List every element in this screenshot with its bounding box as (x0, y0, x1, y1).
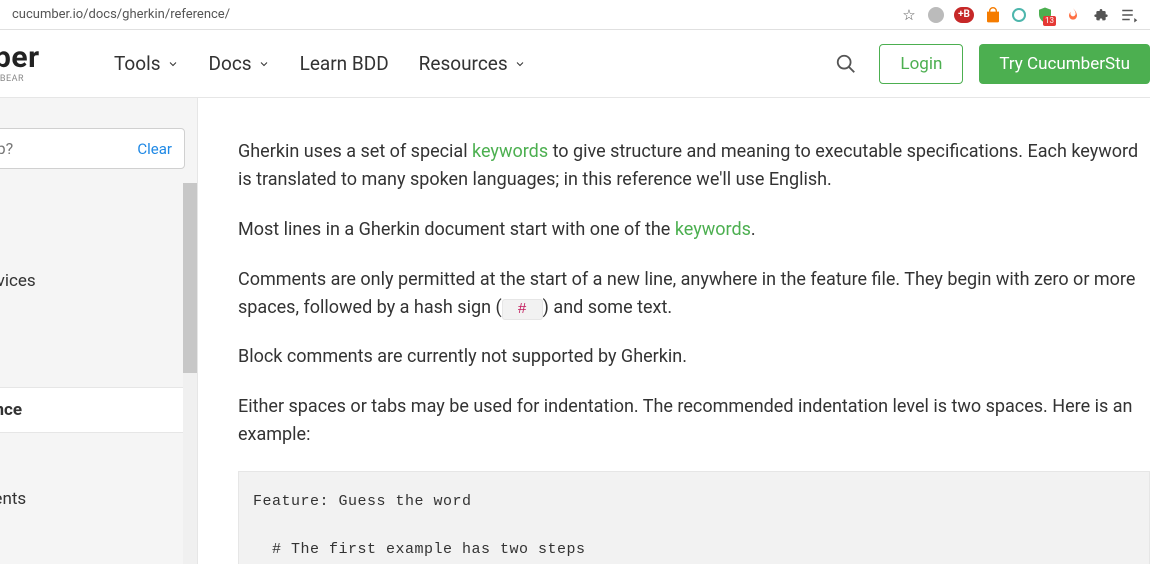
chevron-down-icon (258, 58, 270, 70)
cta-button-label: Try CucumberStu (999, 54, 1130, 74)
primary-nav: Tools Docs Learn BDD Resources (114, 52, 526, 75)
code-example: Feature: Guess the word # The first exam… (238, 471, 1150, 564)
paragraph-comments: Comments are only permitted at the start… (238, 266, 1150, 322)
nav-docs-label: Docs (209, 52, 252, 75)
site-header: ber TBEAR Tools Docs Learn BDD Resources… (0, 30, 1150, 98)
sidebar-search-clear[interactable]: Clear (137, 140, 172, 158)
link-keywords-2[interactable]: keywords (675, 219, 751, 240)
extension-grey-circle-icon[interactable] (928, 7, 944, 23)
nav-tools-label: Tools (114, 52, 161, 75)
paragraph-intro: Gherkin uses a set of special keywords t… (238, 138, 1150, 194)
login-button-label: Login (900, 54, 942, 74)
sidebar: e help? Clear al Services ntax eference … (0, 98, 198, 564)
extension-shield-icon[interactable]: 13 (1036, 6, 1054, 24)
logo-text: ber (0, 43, 84, 73)
sidebar-nav-list: al Services ntax eference rds rguments (0, 259, 197, 521)
reading-list-icon[interactable] (1120, 6, 1138, 24)
extension-red-badge-icon[interactable]: +B (954, 7, 974, 23)
sidebar-item-keywords[interactable]: rds (0, 433, 197, 477)
nav-learn-bdd[interactable]: Learn BDD (300, 52, 389, 75)
url-text[interactable]: cucumber.io/docs/gherkin/reference/ (8, 7, 900, 22)
browser-extension-icons: ☆ +B 13 (900, 6, 1142, 24)
nav-learn-label: Learn BDD (300, 52, 389, 75)
sidebar-item-professional-services[interactable]: al Services (0, 259, 197, 303)
nav-resources-label: Resources (419, 52, 508, 75)
inline-code-hash: # (502, 299, 543, 320)
logo[interactable]: ber TBEAR (0, 43, 84, 84)
link-keywords[interactable]: keywords (472, 141, 548, 162)
nav-docs[interactable]: Docs (209, 52, 270, 75)
extension-flame-icon[interactable] (1064, 6, 1082, 24)
sidebar-item-syntax[interactable]: ntax (0, 343, 197, 387)
extension-shopping-bag-icon[interactable] (984, 6, 1002, 24)
logo-subtext: TBEAR (0, 75, 84, 84)
sidebar-search-placeholder: e help? (0, 139, 13, 158)
text: Most lines in a Gherkin document start w… (238, 219, 675, 240)
try-cucumberstudio-button[interactable]: Try CucumberStu (979, 44, 1150, 84)
text: Gherkin uses a set of special (238, 141, 472, 162)
extension-teal-ring-icon[interactable] (1012, 8, 1026, 22)
extensions-puzzle-icon[interactable] (1092, 6, 1110, 24)
chevron-down-icon (514, 58, 526, 70)
sidebar-search[interactable]: e help? Clear (0, 128, 185, 169)
sidebar-item-reference[interactable]: eference (0, 387, 197, 433)
text: Comments are only permitted at the start… (238, 269, 1135, 318)
nav-tools[interactable]: Tools (114, 52, 179, 75)
paragraph-block-comments: Block comments are currently not support… (238, 343, 1150, 371)
workspace: e help? Clear al Services ntax eference … (0, 98, 1150, 564)
browser-address-bar: cucumber.io/docs/gherkin/reference/ ☆ +B… (0, 0, 1150, 30)
main-content: Gherkin uses a set of special keywords t… (198, 98, 1150, 564)
sidebar-scrollbar-thumb[interactable] (183, 183, 197, 373)
text: . (751, 219, 756, 240)
header-search-icon[interactable] (835, 53, 857, 75)
text: ) and some text. (543, 297, 672, 318)
nav-resources[interactable]: Resources (419, 52, 526, 75)
extension-badge-count: 13 (1043, 16, 1056, 26)
chevron-down-icon (167, 58, 179, 70)
bookmark-star-icon[interactable]: ☆ (900, 6, 918, 24)
login-button[interactable]: Login (879, 44, 963, 84)
paragraph-indentation: Either spaces or tabs may be used for in… (238, 393, 1150, 449)
paragraph-keywords: Most lines in a Gherkin document start w… (238, 216, 1150, 244)
sidebar-item-step-arguments[interactable]: rguments (0, 477, 197, 521)
